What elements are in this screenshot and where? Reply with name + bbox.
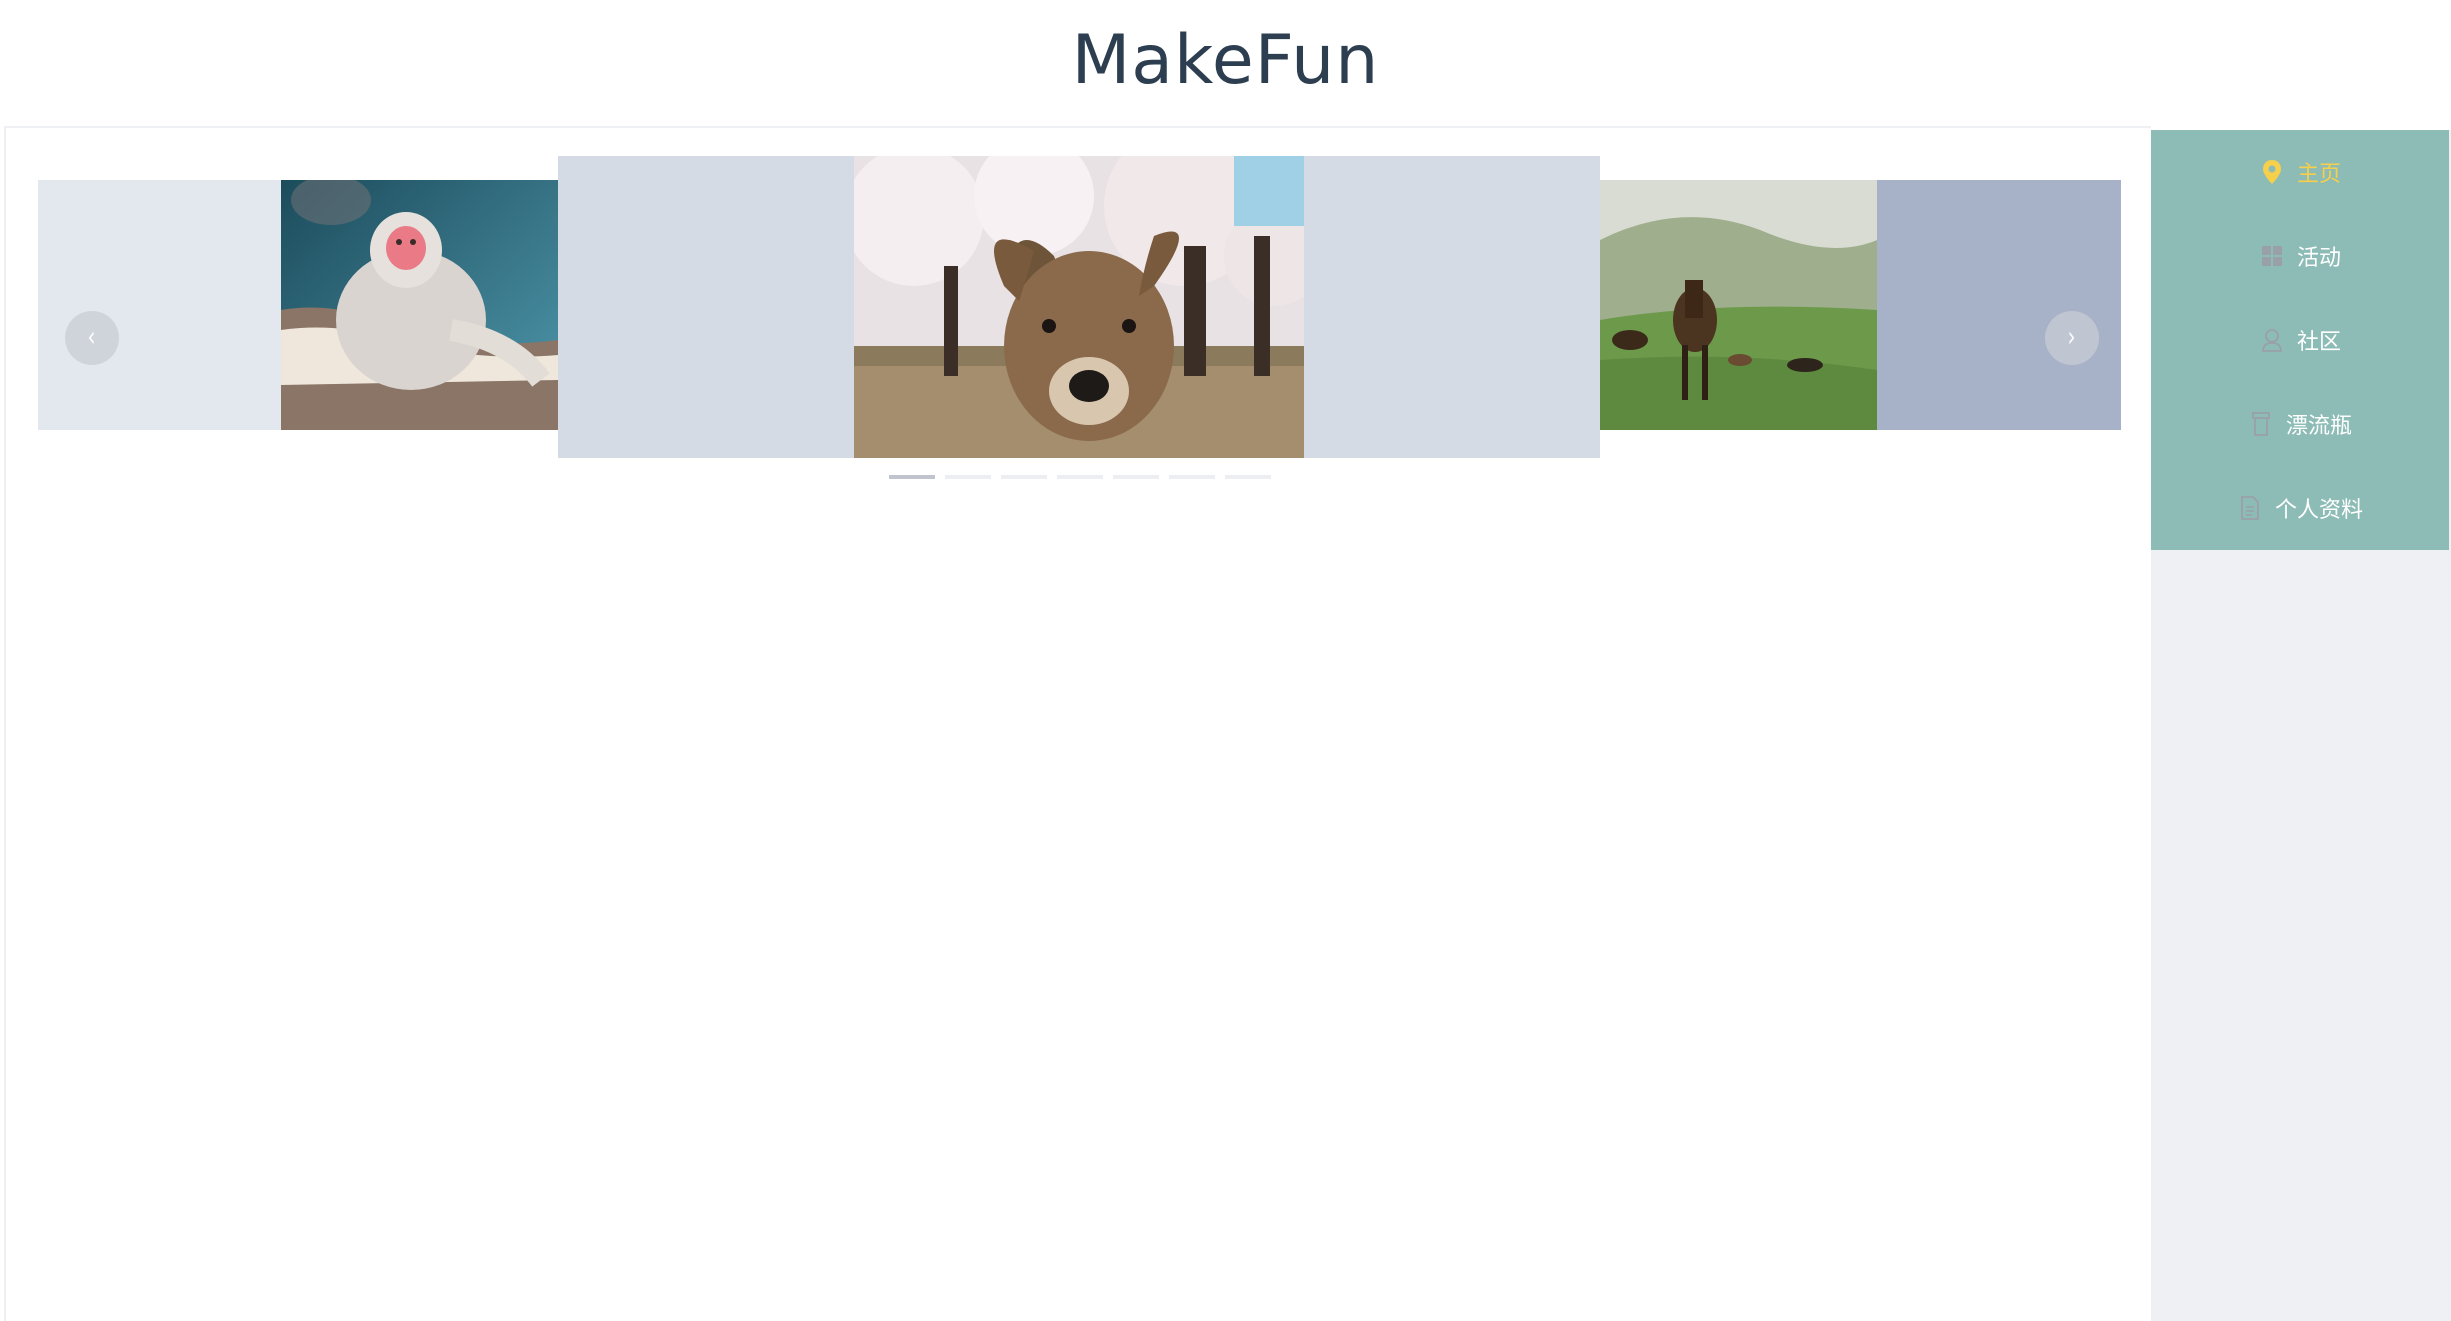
sidebar-item-label: 活动 — [2296, 246, 2341, 271]
sidebar-item-community[interactable]: 社区 — [2151, 298, 2449, 382]
location-pin-icon — [2259, 159, 2285, 185]
sidebar-nav: 主页 活动 社区 漂流瓶 个人资料 — [2151, 130, 2449, 550]
bottle-icon — [2248, 411, 2274, 437]
site-title: MakeFun — [1071, 20, 1380, 100]
horse-photo — [1600, 180, 1877, 430]
sidebar-item-home[interactable]: 主页 — [2151, 130, 2449, 214]
sidebar-item-label: 个人资料 — [2274, 498, 2363, 523]
image-carousel: ‹ › — [38, 156, 2121, 616]
carousel-indicators — [38, 467, 2121, 487]
grid-icon — [2259, 243, 2285, 269]
monkey-photo — [281, 180, 558, 430]
sidebar-item-label: 漂流瓶 — [2285, 414, 2352, 439]
carousel-slide-prev[interactable] — [38, 180, 558, 430]
chevron-left-icon: ‹ — [88, 320, 96, 353]
sidebar-item-label: 主页 — [2296, 162, 2341, 187]
carousel-slide-current[interactable] — [558, 156, 1600, 458]
carousel-indicator[interactable] — [944, 475, 991, 479]
page-header: MakeFun — [0, 0, 2451, 128]
carousel-prev-button[interactable]: ‹ — [65, 311, 119, 365]
carousel-indicator[interactable] — [1168, 475, 1215, 479]
user-icon — [2259, 327, 2285, 353]
sidebar-item-profile[interactable]: 个人资料 — [2151, 466, 2449, 550]
carousel-next-button[interactable]: › — [2045, 311, 2099, 365]
sidebar-item-drift-bottle[interactable]: 漂流瓶 — [2151, 382, 2449, 466]
main-panel: ‹ › — [4, 126, 2151, 1321]
carousel-slide-next[interactable] — [1600, 180, 2121, 430]
carousel-indicator[interactable] — [1112, 475, 1159, 479]
sidebar-item-label: 社区 — [2296, 330, 2341, 355]
carousel-indicator[interactable] — [888, 475, 935, 479]
carousel-indicator[interactable] — [1056, 475, 1103, 479]
document-icon — [2237, 495, 2263, 521]
sidebar: 主页 活动 社区 漂流瓶 个人资料 — [2151, 130, 2451, 1321]
carousel-indicator[interactable] — [1000, 475, 1047, 479]
sidebar-item-activity[interactable]: 活动 — [2151, 214, 2449, 298]
chevron-right-icon: › — [2068, 320, 2076, 353]
deer-photo — [854, 156, 1304, 458]
carousel-indicator[interactable] — [1224, 475, 1271, 479]
